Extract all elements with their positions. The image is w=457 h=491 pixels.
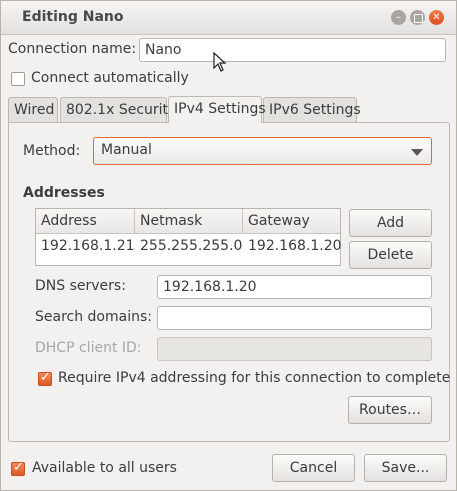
- maximize-icon[interactable]: [410, 10, 425, 25]
- window-title: Editing Nano: [22, 9, 124, 25]
- mouse-pointer-icon: [213, 52, 227, 72]
- routes-button[interactable]: Routes…: [348, 396, 432, 424]
- connection-name-label: Connection name:: [8, 41, 137, 57]
- addresses-heading: Addresses: [23, 185, 105, 201]
- chevron-down-icon: [411, 149, 423, 156]
- method-select[interactable]: Manual: [93, 137, 432, 165]
- add-address-button[interactable]: Add: [349, 209, 432, 237]
- dns-servers-input[interactable]: 192.168.1.20: [157, 275, 432, 299]
- save-button[interactable]: Save...: [364, 454, 447, 482]
- table-header: Address Netmask Gateway: [36, 209, 340, 234]
- tab-wired[interactable]: Wired: [8, 97, 58, 122]
- delete-address-button[interactable]: Delete: [349, 241, 432, 269]
- connection-name-input[interactable]: Nano: [139, 38, 446, 62]
- gateway-cell[interactable]: 192.168.1.20: [248, 238, 342, 254]
- minimize-icon[interactable]: –: [391, 10, 406, 25]
- connect-automatically-label[interactable]: Connect automatically: [31, 70, 189, 86]
- address-cell[interactable]: 192.168.1.21: [41, 238, 135, 254]
- method-label: Method:: [23, 143, 81, 159]
- connect-automatically-checkbox[interactable]: [11, 72, 25, 86]
- require-ipv4-checkbox[interactable]: [38, 370, 52, 386]
- search-domains-label: Search domains:: [35, 309, 152, 325]
- netmask-cell[interactable]: 255.255.255.0: [140, 238, 242, 254]
- column-header-address[interactable]: Address: [36, 209, 135, 234]
- tab-ipv6-settings[interactable]: IPv6 Settings: [263, 97, 361, 122]
- addresses-table[interactable]: Address Netmask Gateway 192.168.1.21 255…: [35, 208, 342, 266]
- search-domains-input[interactable]: [157, 306, 432, 330]
- available-to-all-users-checkbox[interactable]: [11, 460, 25, 476]
- dhcp-client-id-input: [157, 337, 432, 361]
- close-icon[interactable]: ✕: [429, 10, 444, 25]
- available-to-all-users-label[interactable]: Available to all users: [32, 460, 177, 476]
- require-ipv4-label[interactable]: Require IPv4 addressing for this connect…: [58, 370, 450, 386]
- dns-servers-label: DNS servers:: [35, 278, 126, 294]
- column-header-netmask[interactable]: Netmask: [135, 209, 243, 234]
- tab-ipv4-settings[interactable]: IPv4 Settings: [168, 96, 266, 123]
- method-value: Manual: [101, 142, 152, 158]
- column-header-gateway[interactable]: Gateway: [243, 209, 340, 234]
- title-bar[interactable]: Editing Nano – ✕: [1, 1, 456, 35]
- edit-connection-dialog: Editing Nano – ✕ Connection name: Nano C…: [0, 0, 457, 491]
- cancel-button[interactable]: Cancel: [272, 454, 355, 482]
- dhcp-client-id-label: DHCP client ID:: [35, 340, 142, 356]
- tab-8021x-security[interactable]: 802.1x Security: [60, 97, 176, 122]
